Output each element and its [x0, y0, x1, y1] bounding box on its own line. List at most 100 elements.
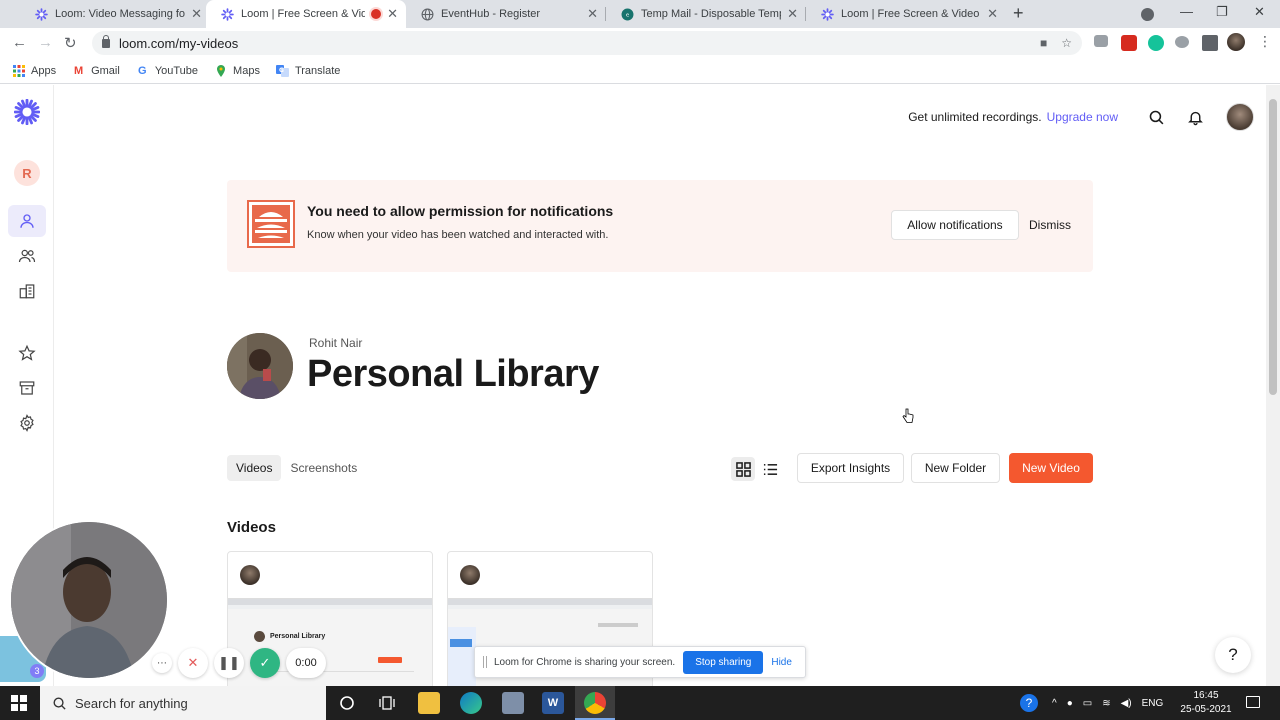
bookmark-star-icon[interactable]: ☆ — [1061, 36, 1072, 50]
minimize-icon[interactable]: — — [1180, 4, 1193, 19]
taskbar-search[interactable]: Search for anything — [40, 686, 326, 720]
grid-view-toggle[interactable] — [731, 457, 755, 481]
mail-app-icon[interactable] — [502, 692, 524, 714]
user-avatar[interactable] — [1226, 103, 1254, 131]
browser-tab[interactable]: EventHub - Register ✕ — [406, 0, 606, 28]
browser-menu-icon[interactable]: ⋮ — [1258, 33, 1272, 50]
bookmark-apps[interactable]: Apps — [12, 64, 56, 77]
cloud-extension-icon[interactable] — [1175, 36, 1189, 48]
close-tab-icon[interactable]: ✕ — [587, 6, 598, 22]
close-tab-icon[interactable]: ✕ — [987, 6, 998, 22]
cancel-recording-icon[interactable]: ✕ — [178, 648, 208, 678]
close-tab-icon[interactable]: ✕ — [191, 6, 202, 22]
bookmark-label: Gmail — [91, 64, 120, 77]
clock-date: 25-05-2021 — [1180, 704, 1232, 715]
workspace-switcher[interactable]: R — [8, 157, 46, 189]
extensions-puzzle-icon[interactable] — [1202, 35, 1218, 51]
bookmark-maps[interactable]: Maps — [214, 64, 260, 77]
forward-icon[interactable]: → — [38, 34, 53, 51]
browser-tab-active[interactable]: Loom | Free Screen & Video Recording ✕ — [206, 0, 406, 28]
back-icon[interactable]: ← — [12, 34, 27, 51]
loom-logo-icon[interactable] — [8, 96, 46, 128]
red-extension-icon[interactable] — [1121, 35, 1137, 51]
hand-cursor-icon — [902, 408, 914, 423]
more-options-icon[interactable]: ⋯ — [152, 653, 172, 673]
word-icon[interactable]: W — [542, 692, 564, 714]
pause-recording-icon[interactable]: ❚❚ — [214, 648, 244, 678]
tab-screenshots[interactable]: Screenshots — [281, 455, 366, 481]
export-insights-button[interactable]: Export Insights — [797, 453, 904, 483]
thumbnail-avatar — [254, 631, 265, 642]
allow-notifications-button[interactable]: Allow notifications — [891, 210, 1019, 240]
new-video-button[interactable]: New Video — [1009, 453, 1093, 483]
task-view-icon[interactable] — [376, 692, 398, 714]
help-button[interactable]: ? — [1215, 637, 1251, 673]
microphone-icon[interactable]: ● — [1067, 698, 1073, 709]
camera-bubble[interactable] — [9, 520, 169, 680]
globe-icon — [420, 7, 434, 21]
upgrade-link[interactable]: Upgrade now — [1047, 110, 1118, 124]
list-view-toggle[interactable] — [758, 457, 782, 481]
hide-sharing-bar-link[interactable]: Hide — [771, 657, 792, 668]
language-indicator[interactable]: ENG — [1142, 698, 1164, 709]
file-explorer-icon[interactable] — [418, 692, 440, 714]
recording-timer: 0:00 — [286, 648, 326, 678]
stop-sharing-button[interactable]: Stop sharing — [683, 650, 764, 674]
taskbar-clock[interactable]: 16:45 25-05-2021 — [1180, 689, 1232, 717]
chrome-icon[interactable] — [584, 692, 606, 714]
bookmark-youtube[interactable]: G YouTube — [136, 64, 198, 77]
battery-icon[interactable]: ▭ — [1083, 698, 1092, 709]
screenshot-extension-icon[interactable] — [1094, 35, 1108, 47]
page-title: Personal Library — [307, 353, 599, 395]
reload-icon[interactable]: ↻ — [64, 34, 77, 52]
browser-tab[interactable]: e Temp Mail - Disposable Temporary Email… — [606, 0, 806, 28]
grammarly-extension-icon[interactable] — [1148, 35, 1164, 51]
help-tray-icon[interactable]: ? — [1020, 694, 1038, 712]
sidebar-item-team[interactable] — [8, 240, 46, 272]
edge-icon[interactable] — [460, 692, 482, 714]
taskbar-search-placeholder: Search for anything — [75, 695, 188, 711]
banner-subtitle: Know when your video has been watched an… — [307, 229, 609, 241]
close-tab-icon[interactable]: ✕ — [787, 6, 798, 22]
omnibox[interactable]: loom.com/my-videos ■ ☆ — [92, 31, 1082, 55]
bookmark-label: Maps — [233, 64, 260, 77]
page-scrollbar[interactable] — [1266, 85, 1280, 686]
profile-avatar[interactable] — [1227, 33, 1245, 51]
sidebar-item-favorites[interactable] — [8, 337, 46, 369]
close-tab-icon[interactable]: ✕ — [387, 6, 398, 22]
bookmark-label: Translate — [294, 64, 341, 77]
windows-start-icon[interactable] — [11, 695, 27, 711]
sidebar-item-workspace[interactable] — [8, 275, 46, 307]
browser-tab[interactable]: Loom: Video Messaging for Work ✕ — [20, 0, 210, 28]
new-folder-button[interactable]: New Folder — [911, 453, 1000, 483]
tab-videos[interactable]: Videos — [227, 455, 282, 481]
bookmark-translate[interactable]: G Translate — [275, 64, 341, 77]
search-icon[interactable] — [1148, 109, 1165, 126]
team-icon — [18, 249, 36, 263]
restore-icon[interactable]: ❐ — [1216, 4, 1228, 20]
camera-in-use-icon[interactable]: ■ — [1040, 36, 1047, 50]
url-text: loom.com/my-videos — [119, 35, 239, 51]
sidebar-item-archive[interactable] — [8, 372, 46, 404]
tab-search-icon[interactable] — [1141, 8, 1154, 21]
sidebar-item-my-library[interactable] — [8, 205, 46, 237]
drag-handle-icon[interactable] — [483, 656, 487, 668]
wifi-icon[interactable]: ≋ — [1102, 698, 1110, 709]
window-close-icon[interactable]: ✕ — [1254, 4, 1265, 20]
new-tab-icon[interactable]: + — [1013, 3, 1024, 24]
thumbnail-button-shape — [378, 657, 402, 663]
tab-title: EventHub - Register — [441, 8, 541, 20]
bookmark-gmail[interactable]: M Gmail — [72, 64, 120, 77]
chevron-up-icon[interactable]: ^ — [1052, 698, 1057, 709]
translate-icon: G — [275, 64, 289, 77]
dismiss-button[interactable]: Dismiss — [1029, 218, 1071, 232]
system-tray: ? ^ ● ▭ ≋ ◀) ENG — [1020, 686, 1163, 720]
lock-icon — [102, 34, 110, 48]
bell-icon[interactable] — [1187, 109, 1204, 126]
cortana-icon[interactable] — [336, 692, 358, 714]
volume-icon[interactable]: ◀) — [1121, 698, 1132, 709]
browser-tab[interactable]: Loom | Free Screen & Video Recording ✕ — [806, 0, 1006, 28]
sidebar-item-settings[interactable] — [8, 407, 46, 439]
finish-recording-icon[interactable]: ✓ — [250, 648, 280, 678]
action-center-icon[interactable] — [1246, 696, 1260, 708]
